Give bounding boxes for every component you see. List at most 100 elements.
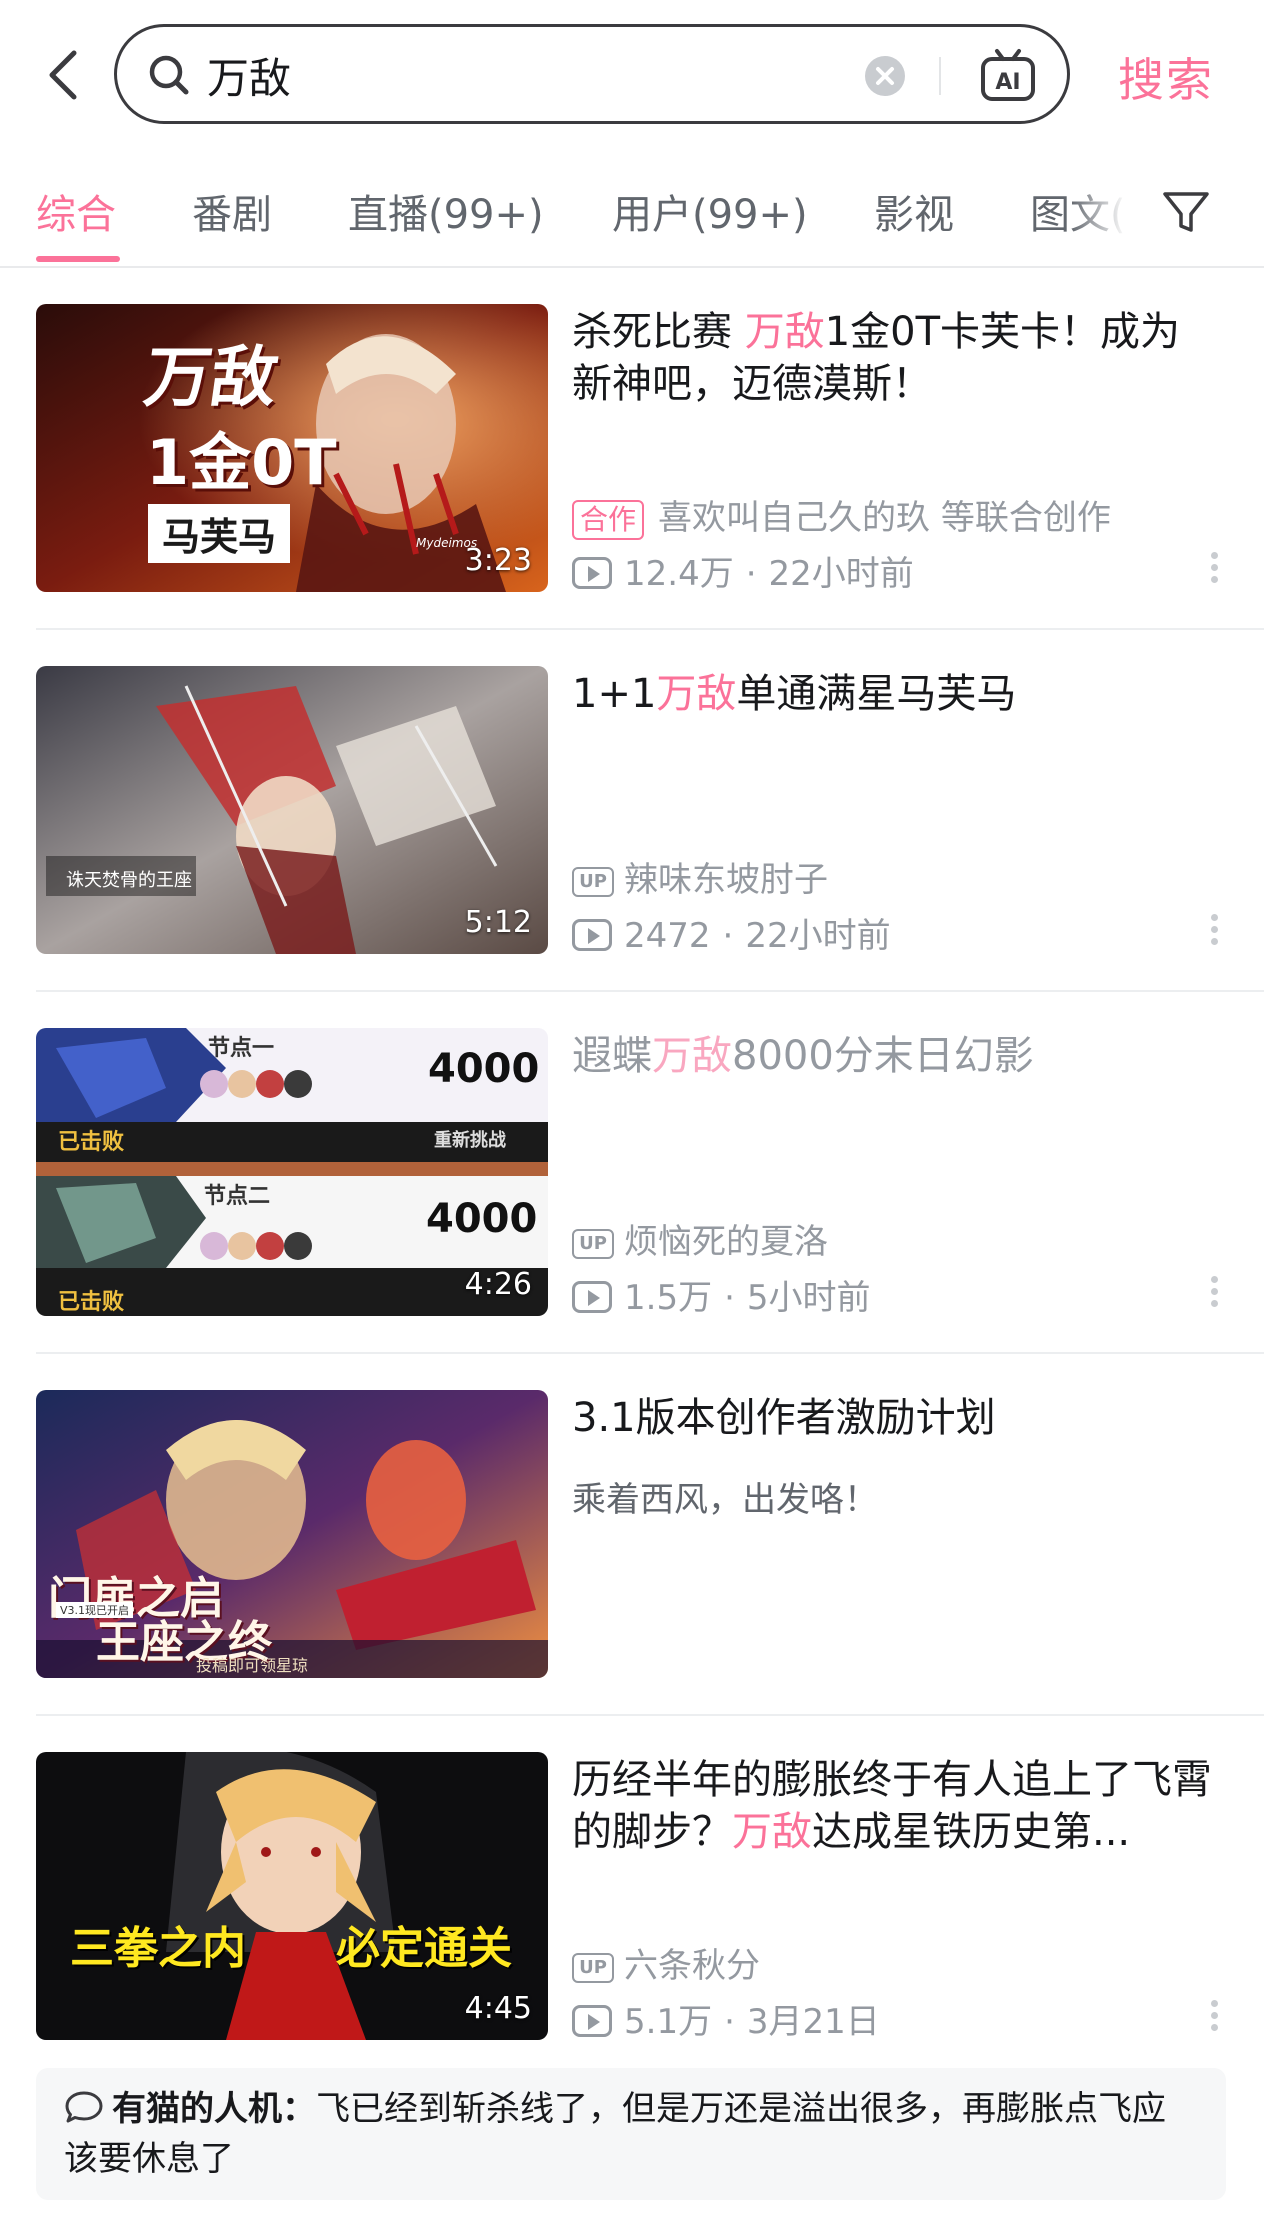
title-text: 8000分末日幻影 [732, 1033, 1034, 1079]
video-thumbnail[interactable]: 诛天焚骨的王座 5:12 [36, 666, 548, 954]
back-arrow-icon[interactable] [40, 45, 90, 105]
thumbnail-caption: 诛天焚骨的王座 [66, 870, 192, 891]
more-options-icon[interactable] [1204, 2000, 1224, 2040]
divider [36, 628, 1264, 630]
video-author[interactable]: UP 辣味东坡肘子 [572, 852, 828, 901]
video-card[interactable]: 万敌 1金0T 马芙马 Mydeimos 3:23 杀死比赛 万敌1金0T卡芙卡… [0, 270, 1264, 630]
thumbnail-title: 三拳之内 [70, 1923, 246, 1974]
video-stats: 2472 · 22小时前 [572, 908, 891, 957]
tab-fade [1070, 172, 1150, 262]
publish-time: 5小时前 [746, 1278, 871, 1318]
thumbnail-tag: V3.1现已开启 [56, 1602, 134, 1618]
search-divider [939, 57, 941, 95]
search-submit-button[interactable]: 搜索 [1118, 44, 1214, 110]
close-icon [876, 67, 894, 85]
up-badge: UP [572, 866, 614, 897]
comment-user: 有猫的人机： [112, 2089, 316, 2129]
thumbnail-node-label: 节点一 [208, 1036, 275, 1061]
video-author[interactable]: 合作 喜欢叫自己久的玖 等联合创作 [572, 490, 1111, 540]
promo-thumbnail[interactable]: 门扉之启 王座之终 V3.1现已开启 投稿即可领星琼 [36, 1390, 548, 1678]
play-count-icon [572, 1280, 612, 1313]
more-options-icon[interactable] [1204, 914, 1224, 954]
promo-subtitle: 乘着西风，出发咯！ [572, 1480, 878, 1520]
view-count: 5.1万 [624, 2002, 713, 2042]
thumbnail-retry: 重新挑战 [434, 1130, 506, 1151]
thumbnail-subtitle: 1金0T [146, 426, 337, 499]
active-tab-indicator [36, 256, 120, 262]
tab-comprehensive[interactable]: 综合 [36, 182, 116, 240]
video-title[interactable]: 1+1万敌单通满星马芙马 [572, 668, 1212, 720]
thumbnail-node-label: 节点二 [204, 1184, 271, 1209]
author-name: 辣味东坡肘子 [624, 860, 828, 900]
title-text: 达成星铁历史第... [812, 1809, 1131, 1855]
search-input[interactable] [207, 45, 907, 105]
video-thumbnail[interactable]: 节点一 4000 已击败 重新挑战 节点二 4000 已击败 4:26 [36, 1028, 548, 1316]
play-count-icon [572, 918, 612, 951]
video-card[interactable]: 三拳之内 必定通关 4:45 历经半年的膨胀终于有人追上了飞霄的脚步？万敌达成星… [0, 1718, 1264, 2078]
title-highlight: 万敌 [732, 1809, 812, 1855]
thumbnail-defeated: 已击败 [58, 1130, 125, 1155]
author-name: 喜欢叫自己久的玖 等联合创作 [658, 498, 1111, 538]
up-badge: UP [572, 1952, 614, 1983]
video-stats: 5.1万 · 3月21日 [572, 1994, 880, 2043]
promo-card[interactable]: 门扉之启 王座之终 V3.1现已开启 投稿即可领星琼 3.1版本创作者激励计划 … [0, 1356, 1264, 1716]
thumbnail-score: 4000 [428, 1046, 540, 1092]
title-text: 单通满星马芙马 [736, 671, 1017, 717]
ai-tv-icon: AI [981, 49, 1035, 101]
publish-time: 22小时前 [745, 916, 891, 956]
thumbnail-subtitle: 必定通关 [336, 1923, 512, 1974]
video-thumbnail[interactable]: 万敌 1金0T 马芙马 Mydeimos 3:23 [36, 304, 548, 592]
video-card[interactable]: 诛天焚骨的王座 5:12 1+1万敌单通满星马芙马 UP 辣味东坡肘子 2472 ·… [0, 632, 1264, 992]
search-box: AI [114, 24, 1070, 124]
thumbnail-tag: 马芙马 [148, 504, 291, 563]
title-text: 1+1 [572, 671, 657, 717]
search-header: AI 搜索 [0, 0, 1264, 150]
tab-users[interactable]: 用户(99+) [612, 182, 808, 240]
more-options-icon[interactable] [1204, 1276, 1224, 1316]
ai-search-button[interactable]: AI [979, 47, 1037, 103]
video-author[interactable]: UP 六条秋分 [572, 1938, 760, 1987]
divider [36, 990, 1264, 992]
video-title[interactable]: 历经半年的膨胀终于有人追上了飞霄的脚步？万敌达成星铁历史第... [572, 1754, 1212, 1858]
publish-time: 22小时前 [768, 554, 914, 594]
view-count: 2472 [624, 916, 711, 956]
video-title[interactable]: 遐蝶万敌8000分末日幻影 [572, 1030, 1212, 1082]
video-author[interactable]: UP 烦恼死的夏洛 [572, 1214, 828, 1263]
video-duration: 4:45 [464, 1991, 532, 2026]
thumbnail-title: 万敌 [139, 339, 283, 416]
title-highlight: 万敌 [652, 1033, 732, 1079]
comment-bubble-icon [65, 2091, 103, 2122]
view-count: 12.4万 [624, 554, 734, 594]
video-card[interactable]: 节点一 4000 已击败 重新挑战 节点二 4000 已击败 4:26 遐蝶万敌… [0, 994, 1264, 1354]
title-text: 杀死比赛 [572, 309, 745, 355]
author-name: 六条秋分 [624, 1946, 760, 1986]
video-thumbnail[interactable]: 三拳之内 必定通关 4:45 [36, 1752, 548, 2040]
promo-title[interactable]: 3.1版本创作者激励计划 [572, 1392, 1212, 1444]
coop-badge: 合作 [572, 499, 645, 540]
tab-live[interactable]: 直播(99+) [348, 182, 544, 240]
svg-text:AI: AI [995, 70, 1020, 95]
clear-search-button[interactable] [865, 56, 905, 96]
title-highlight: 万敌 [744, 309, 825, 355]
view-count: 1.5万 [624, 1278, 713, 1318]
up-badge: UP [572, 1228, 614, 1259]
divider [36, 1714, 1264, 1716]
divider [36, 1352, 1264, 1354]
video-title[interactable]: 杀死比赛 万敌1金0T卡芙卡！成为新神吧，迈德漠斯！ [572, 306, 1212, 410]
tab-film[interactable]: 影视 [874, 182, 954, 240]
thumbnail-score: 4000 [426, 1196, 538, 1242]
title-text: 遐蝶 [572, 1033, 652, 1079]
video-duration: 3:23 [464, 543, 532, 578]
thumbnail-defeated: 已击败 [58, 1290, 125, 1315]
tab-anime[interactable]: 番剧 [192, 182, 272, 240]
video-duration: 5:12 [464, 905, 532, 940]
video-stats: 12.4万 · 22小时前 [572, 546, 914, 595]
more-options-icon[interactable] [1204, 552, 1224, 592]
title-highlight: 万敌 [656, 671, 737, 717]
filter-icon[interactable] [1160, 186, 1212, 238]
top-comment[interactable]: 有猫的人机：飞已经到斩杀线了，但是万还是溢出很多，再膨胀点飞应该要休息了 [36, 2068, 1226, 2200]
author-name: 烦恼死的夏洛 [624, 1222, 828, 1262]
thumbnail-caption: 投稿即可领星琼 [196, 1656, 309, 1675]
publish-time: 3月21日 [746, 2002, 880, 2042]
result-tabs: 综合 番剧 直播(99+) 用户(99+) 影视 图文( [0, 172, 1264, 268]
